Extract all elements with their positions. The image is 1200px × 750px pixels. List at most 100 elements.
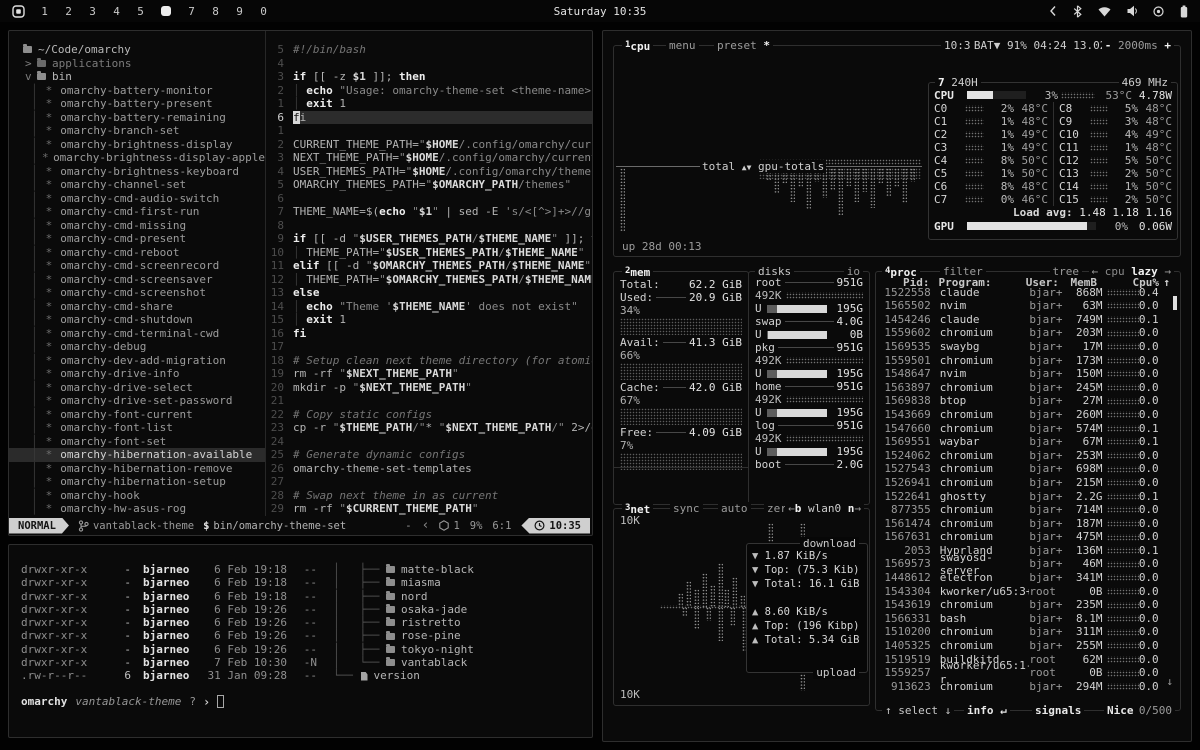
sync-button[interactable]: sync [670, 502, 703, 515]
process-row[interactable]: 1448612electronbjar+341M0.0 [876, 571, 1180, 585]
code-line[interactable]: 11elif [[ -d "$OMARCHY_THEMES_PATH/$THEM… [266, 259, 592, 273]
workspace-1[interactable]: 1 [41, 5, 48, 18]
process-row[interactable]: 1526941chromiumbjar+215M0.0 [876, 476, 1180, 490]
sort-selector[interactable]: ← cpu lazy → [1089, 265, 1175, 278]
tree-item[interactable]: │*omarchy-cmd-missing [9, 219, 265, 233]
code-line[interactable]: 21 [266, 394, 592, 408]
process-row[interactable]: 1543304kworker/u65:3+iroot0B0.0 [876, 585, 1180, 599]
io-toggle[interactable]: io [844, 265, 863, 278]
signals-button[interactable]: signals [1032, 704, 1084, 717]
process-row[interactable]: 1567631chromiumbjar+475M0.0 [876, 530, 1180, 544]
code-line[interactable]: 4 [266, 57, 592, 71]
tree-item[interactable]: │*omarchy-brightness-display [9, 138, 265, 152]
workspace-4[interactable]: 4 [113, 5, 120, 18]
code-editor[interactable]: 5#!/bin/bash43if [[ -z $1 ]]; then2│ ech… [265, 31, 592, 516]
code-line[interactable]: 22# Copy static configs [266, 408, 592, 422]
shell-prompt[interactable]: omarchy vantablack-theme ? › [21, 695, 580, 709]
tree-item[interactable]: │*omarchy-cmd-screenrecord [9, 259, 265, 273]
code-line[interactable]: 18# Setup clean next theme directory (fo… [266, 354, 592, 368]
process-row[interactable]: 1559602chromiumbjar+203M0.0 [876, 326, 1180, 340]
tree-item[interactable]: │*omarchy-hook [9, 489, 265, 503]
code-line[interactable]: 3NEXT_THEME_PATH="$HOME/.config/omarchy/… [266, 151, 592, 165]
proc-select-hint[interactable]: ↑ select ↓ [882, 704, 954, 717]
code-line[interactable]: 26omarchy-theme-set-templates [266, 462, 592, 476]
menu-button[interactable]: menu [666, 39, 699, 52]
process-row[interactable]: 1510200chromiumbjar+311M0.0 [876, 625, 1180, 639]
tree-item[interactable]: │*omarchy-drive-info [9, 367, 265, 381]
process-row[interactable]: 913623chromiumbjar+294M0.0 [876, 680, 1180, 694]
tree-item[interactable]: │*omarchy-drive-set-password [9, 394, 265, 408]
tree-item[interactable]: │*omarchy-cmd-first-run [9, 205, 265, 219]
proc-box-title[interactable]: 4proc [882, 265, 920, 278]
code-line[interactable]: 2CURRENT_THEME_PATH="$HOME/.config/omarc… [266, 138, 592, 152]
process-row[interactable]: 877355chromiumbjar+714M0.0 [876, 503, 1180, 517]
tree-item[interactable]: >applications [9, 57, 265, 71]
process-row[interactable]: 1569535swaybgbjar+17M0.0 [876, 340, 1180, 354]
code-line[interactable]: 27 [266, 475, 592, 489]
disks-box-title[interactable]: disks [755, 265, 794, 278]
code-line[interactable]: 5#!/bin/bash [266, 43, 592, 57]
code-line[interactable]: 6fi [266, 111, 592, 125]
battery-icon[interactable] [1180, 5, 1188, 18]
net-box-title[interactable]: 3net [622, 502, 653, 515]
volume-icon[interactable] [1127, 5, 1137, 17]
tree-item[interactable]: vbin [9, 70, 265, 84]
chevron-icon[interactable]: v [25, 70, 37, 84]
tree-item[interactable]: │*omarchy-battery-present [9, 97, 265, 111]
code-line[interactable]: 9if [[ -d "$USER_THEMES_PATH/$THEME_NAME… [266, 232, 592, 246]
code-line[interactable]: 25# Generate dynamic configs [266, 448, 592, 462]
code-line[interactable]: 14│ echo "Theme '$THEME_NAME' does not e… [266, 300, 592, 314]
tree-item[interactable]: │*omarchy-cmd-reboot [9, 246, 265, 260]
process-row[interactable]: 1522641ghosttybjar+2.2G0.1 [876, 490, 1180, 504]
workspace-5[interactable]: 5 [137, 5, 144, 18]
process-row[interactable]: 1454246claudebjar+749M0.1 [876, 313, 1180, 327]
tree-item[interactable]: │*omarchy-hw-asus-rog [9, 502, 265, 516]
workspace-0[interactable]: 0 [260, 5, 267, 18]
tree-item[interactable]: │*omarchy-font-set [9, 435, 265, 449]
process-row[interactable]: 1563897chromiumbjar+245M0.0 [876, 381, 1180, 395]
code-line[interactable]: 23cp -r "$THEME_PATH/"* "$NEXT_THEME_PAT… [266, 421, 592, 435]
process-row[interactable]: 1547660chromiumbjar+574M0.1 [876, 422, 1180, 436]
tree-item[interactable]: │*omarchy-debug [9, 340, 265, 354]
code-line[interactable]: 29rm -rf "$CURRENT_THEME_PATH" [266, 502, 592, 516]
process-row[interactable]: 1569551waybarbjar+67M0.1 [876, 435, 1180, 449]
scroll-down-icon[interactable]: ↓ [1166, 675, 1173, 688]
code-line[interactable]: 24 [266, 435, 592, 449]
code-line[interactable]: 16fi [266, 327, 592, 341]
code-line[interactable]: 2│ echo "Usage: omarchy-theme-set <theme… [266, 84, 592, 98]
process-row[interactable]: 1565502nvimbjar+63M0.0 [876, 299, 1180, 313]
tree-item[interactable]: │*omarchy-dev-add-migration [9, 354, 265, 368]
code-line[interactable]: 3if [[ -z $1 ]]; then [266, 70, 592, 84]
process-row[interactable]: 1527543chromiumbjar+698M0.0 [876, 462, 1180, 476]
tree-item[interactable]: │*omarchy-cmd-screenshot [9, 286, 265, 300]
preset-button[interactable]: preset * [714, 39, 773, 52]
tree-item[interactable]: │*omarchy-hibernation-setup [9, 475, 265, 489]
code-line[interactable]: 6 [266, 192, 592, 206]
code-line[interactable]: 7THEME_NAME=$(echo "$1" | sed -E 's/<[^>… [266, 205, 592, 219]
process-row[interactable]: 1559257kworker/u65:1-rroot0B0.0 [876, 666, 1180, 680]
workspace-7[interactable]: 7 [188, 5, 195, 18]
code-line[interactable]: 12│ THEME_PATH="$OMARCHY_THEMES_PATH/$TH… [266, 273, 592, 287]
process-row[interactable]: 1405325chromiumbjar+255M0.0 [876, 639, 1180, 653]
code-line[interactable]: 10│ THEME_PATH="$USER_THEMES_PATH/$THEME… [266, 246, 592, 260]
nice-button[interactable]: Nice [1104, 704, 1137, 717]
process-row[interactable]: 1569573swayosd-serverbjar+46M0.0 [876, 557, 1180, 571]
mem-box-title[interactable]: 2mem [622, 265, 653, 278]
tree-item[interactable]: │*omarchy-font-list [9, 421, 265, 435]
terminal-window[interactable]: drwxr-xr-x-bjarneo6 Feb 19:18--│ ├── mat… [8, 544, 593, 738]
process-row[interactable]: 1569838btopbjar+27M0.0 [876, 394, 1180, 408]
process-row[interactable]: 1566331bashbjar+8.1M0.0 [876, 612, 1180, 626]
tree-item[interactable]: │*omarchy-font-current [9, 408, 265, 422]
tree-item[interactable]: │*omarchy-battery-monitor [9, 84, 265, 98]
screen-record-icon[interactable] [1153, 6, 1164, 17]
tree-item[interactable]: │*omarchy-hibernation-available [9, 448, 265, 462]
code-line[interactable]: 15│ exit 1 [266, 313, 592, 327]
tree-item[interactable]: │*omarchy-drive-select [9, 381, 265, 395]
code-line[interactable]: 20mkdir -p "$NEXT_THEME_PATH" [266, 381, 592, 395]
code-line[interactable]: 1 [266, 124, 592, 138]
process-row[interactable]: 1524062chromiumbjar+253M0.0 [876, 449, 1180, 463]
code-line[interactable]: 4USER_THEMES_PATH="$HOME/.config/omarchy… [266, 165, 592, 179]
workspace-active[interactable] [161, 6, 171, 16]
tree-item[interactable]: │*omarchy-cmd-audio-switch [9, 192, 265, 206]
code-line[interactable]: 1│ exit 1 [266, 97, 592, 111]
